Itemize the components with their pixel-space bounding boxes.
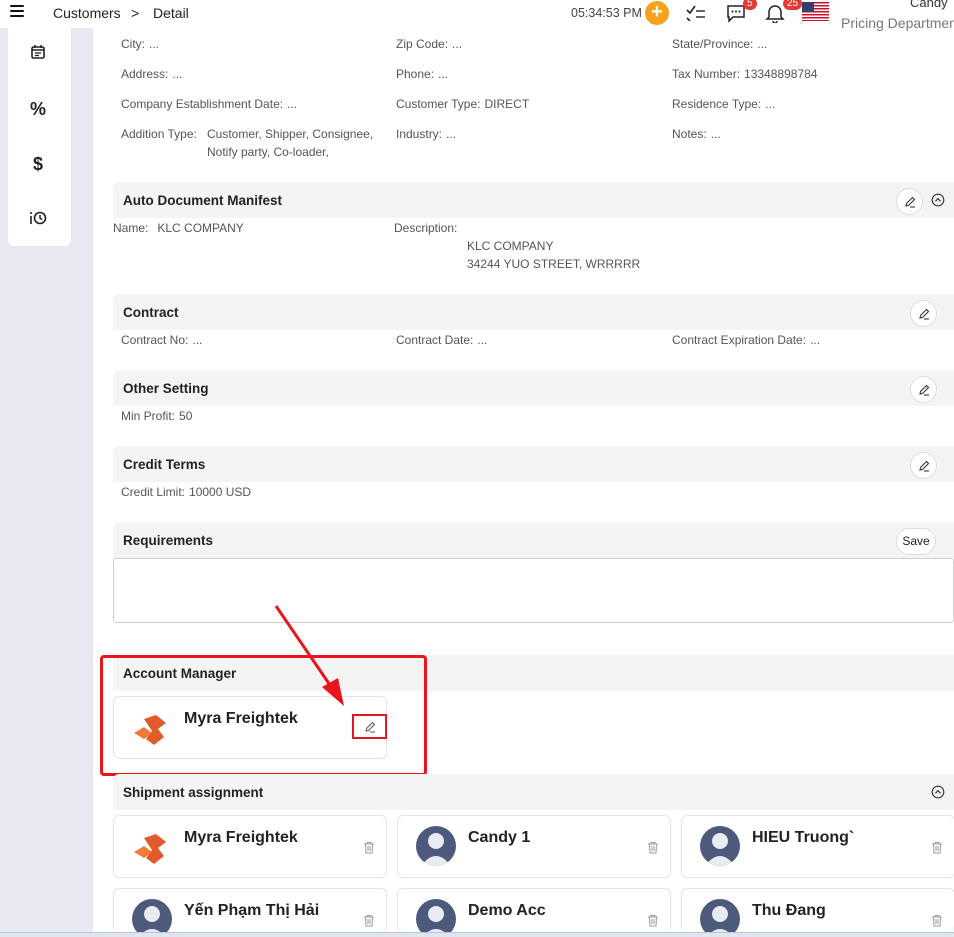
- manifest-name-field: Name: KLC COMPANY: [113, 221, 244, 235]
- task-check-icon[interactable]: [686, 3, 708, 23]
- credit-terms-header: Credit Terms: [113, 446, 954, 482]
- assignee-name: Candy 1: [468, 829, 531, 846]
- annotation-arrow: [274, 605, 344, 706]
- contract-title: Contract: [123, 305, 179, 320]
- edit-other-setting-button[interactable]: [910, 376, 937, 403]
- state-field: State/Province:...: [672, 37, 768, 51]
- trash-icon[interactable]: [931, 841, 943, 854]
- pencil-icon: [365, 721, 376, 733]
- add-button[interactable]: +: [645, 1, 669, 25]
- assignee-name: Myra Freightek: [184, 829, 298, 846]
- trash-icon[interactable]: [647, 841, 659, 854]
- tax-number-field: Tax Number: 13348898784: [672, 67, 818, 81]
- menu-icon[interactable]: [10, 5, 24, 19]
- user-role: Pricing Departmen: [841, 15, 954, 31]
- edit-account-manager-button[interactable]: [352, 714, 387, 739]
- contract-expiration-field: Contract Expiration Date:...: [672, 333, 821, 347]
- edit-credit-terms-button[interactable]: [910, 452, 937, 479]
- default-avatar: [416, 826, 456, 866]
- requirements-textarea[interactable]: [113, 558, 954, 623]
- edit-contract-button[interactable]: [910, 300, 937, 327]
- industry-field: Industry:...: [396, 127, 457, 141]
- shipment-assignment-title: Shipment assignment: [123, 785, 264, 800]
- trash-icon[interactable]: [363, 914, 375, 927]
- us-flag-icon[interactable]: [802, 2, 829, 21]
- side-menu: % $: [8, 28, 71, 246]
- assignee-card: Demo Acc: [397, 888, 671, 937]
- assignee-name: Yến Phạm Thị Hải: [184, 902, 320, 919]
- calendar-icon[interactable]: [28, 44, 48, 64]
- zip-field: Zip Code:...: [396, 37, 463, 51]
- percent-icon[interactable]: %: [28, 99, 48, 119]
- collapse-chevron-icon[interactable]: [931, 785, 945, 799]
- trash-icon[interactable]: [931, 914, 943, 927]
- edit-manifest-button[interactable]: [896, 188, 923, 215]
- address-field: Address:...: [121, 67, 183, 81]
- pencil-icon: [919, 384, 930, 396]
- manifest-description-value: KLC COMPANY 34244 YUO STREET, WRRRRR: [467, 239, 641, 271]
- auto-manifest-header: Auto Document Manifest: [113, 182, 954, 218]
- assignee-card: Yến Phạm Thị Hải: [113, 888, 387, 937]
- dollar-icon[interactable]: $: [28, 154, 48, 174]
- addition-type-label: Addition Type:: [121, 127, 197, 141]
- city-field: City:...: [121, 37, 160, 51]
- assignee-card: HIEU Truong`: [681, 815, 954, 878]
- other-setting-header: Other Setting: [113, 370, 954, 406]
- contract-date-field: Contract Date:...: [396, 333, 488, 347]
- assignee-name: Thu Đang: [752, 902, 826, 919]
- history-icon[interactable]: [28, 210, 48, 230]
- company-logo: [134, 834, 166, 864]
- user-name[interactable]: Candy: [910, 0, 948, 10]
- default-avatar: [700, 826, 740, 866]
- top-bar: Customers > Detail 05:34:53 PM + 5 25 Ca…: [0, 0, 954, 31]
- customer-type-field: Customer Type: DIRECT: [396, 97, 530, 111]
- assignee-card: Myra Freightek: [113, 815, 387, 878]
- min-profit-field: Min Profit: 50: [121, 409, 193, 423]
- pencil-icon: [919, 460, 930, 472]
- assignee-name: Demo Acc: [468, 902, 546, 919]
- messages-badge: 5: [743, 0, 757, 10]
- pencil-icon: [919, 308, 930, 320]
- clock: 05:34:53 PM: [571, 6, 642, 20]
- save-requirements-button[interactable]: Save: [896, 528, 936, 555]
- residence-type-field: Residence Type:...: [672, 97, 776, 111]
- window-bottom-edge: [0, 932, 954, 937]
- trash-icon[interactable]: [363, 841, 375, 854]
- establishment-date-field: Company Establishment Date:...: [121, 97, 298, 111]
- auto-manifest-title: Auto Document Manifest: [123, 193, 283, 208]
- notes-field: Notes:...: [672, 127, 721, 141]
- assignee-card: Thu Đang: [681, 888, 954, 937]
- other-setting-title: Other Setting: [123, 381, 209, 396]
- contract-no-field: Contract No:...: [121, 333, 203, 347]
- breadcrumb-separator: >: [131, 5, 140, 21]
- breadcrumb-detail: Detail: [153, 5, 189, 21]
- assignee-card: Candy 1: [397, 815, 671, 878]
- assignee-name: HIEU Truong`: [752, 829, 855, 846]
- contract-header: Contract: [113, 294, 954, 330]
- trash-icon[interactable]: [647, 914, 659, 927]
- phone-field: Phone:...: [396, 67, 449, 81]
- collapse-chevron-icon[interactable]: [931, 193, 945, 207]
- addition-type-value: Customer, Shipper, Consignee, Notify par…: [207, 127, 374, 159]
- breadcrumb-customers[interactable]: Customers: [53, 5, 121, 21]
- manifest-description-label: Description:: [394, 221, 458, 235]
- requirements-title: Requirements: [123, 533, 214, 548]
- credit-limit-field: Credit Limit: 10000 USD: [121, 485, 252, 499]
- requirements-header: Requirements: [113, 522, 954, 558]
- credit-terms-title: Credit Terms: [123, 457, 206, 472]
- notifications-badge: 25: [783, 0, 803, 10]
- shipment-assignment-header: Shipment assignment: [113, 774, 954, 810]
- pencil-icon: [905, 196, 916, 208]
